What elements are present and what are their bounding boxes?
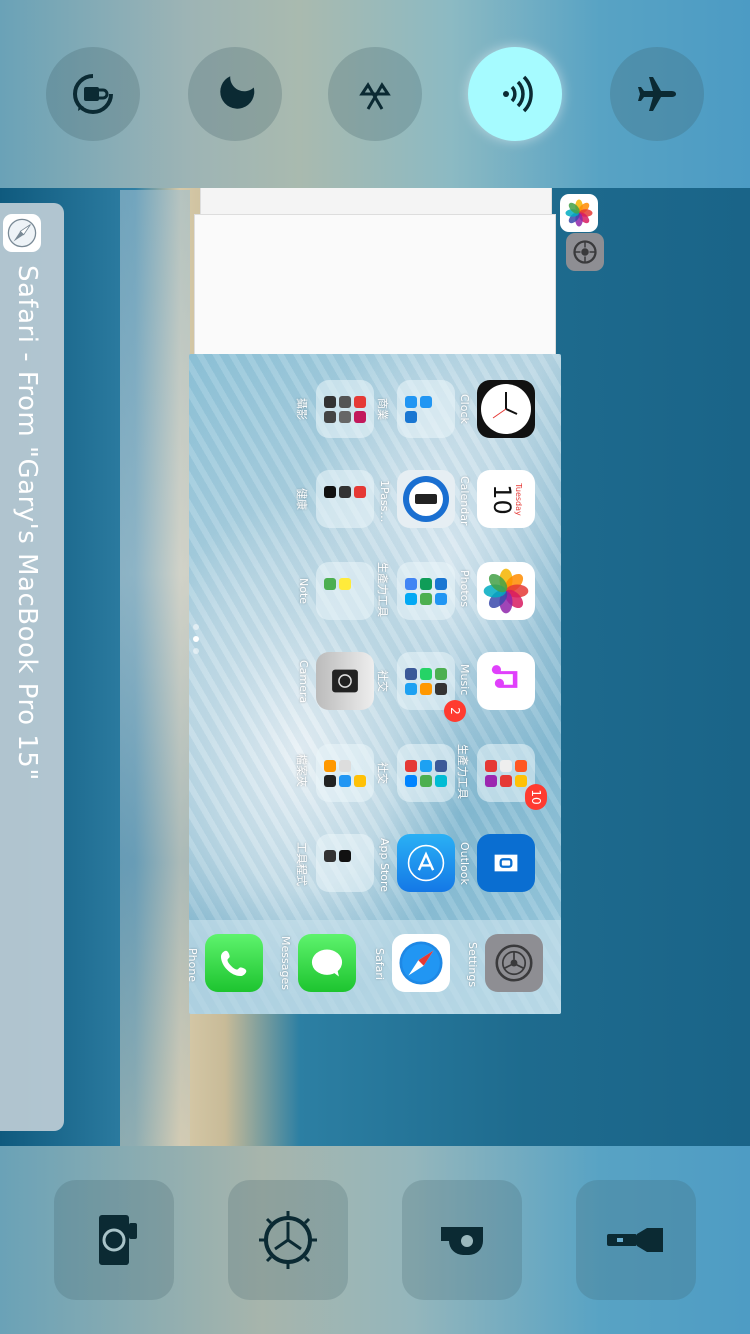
photos-mini-icon[interactable] [560, 194, 598, 232]
social-folder-1[interactable] [397, 652, 455, 710]
utilities-folder[interactable] [316, 834, 374, 892]
messages-label: Messages [279, 936, 292, 990]
health-folder-label: 健康 [295, 488, 308, 510]
social-folder-1-label: 社交 [376, 670, 389, 692]
timer-shortcut[interactable] [228, 1180, 348, 1300]
calendar-app-icon[interactable]: Tuesday 10 [477, 470, 535, 528]
photos-label: Photos [458, 570, 471, 608]
files-folder[interactable] [316, 744, 374, 802]
camera-app-icon[interactable] [316, 652, 374, 710]
page-indicator [193, 624, 199, 660]
phone-label: Phone [189, 948, 199, 983]
airplay-audio-toggle[interactable] [468, 47, 562, 141]
camera-label: Camera [297, 660, 310, 704]
handoff-label: Safari - From "Gary's MacBook Pro 15" [12, 265, 42, 781]
photography-folder[interactable] [316, 380, 374, 438]
social-folder-badge: 2 [444, 700, 466, 722]
whistle-icon [441, 1227, 483, 1255]
files-folder-label: 檔案夾 [295, 754, 308, 787]
social-folder-2-label: 社交 [376, 762, 389, 784]
productivity-folder[interactable] [397, 562, 455, 620]
messages-app-icon[interactable] [298, 934, 356, 992]
gear-icon [573, 240, 597, 264]
safari-label: Safari [373, 948, 386, 980]
control-center-toggles [0, 0, 750, 188]
home-screen-card[interactable]: Clock 商業 攝影 Tuesday 10 Calendar 1Pass… 健… [189, 354, 561, 1014]
clock-label: Clock [458, 394, 471, 424]
clock-app-icon[interactable] [477, 380, 535, 438]
whistle-shortcut[interactable] [402, 1180, 522, 1300]
utilities-folder-label: 工具程式 [295, 842, 308, 886]
productivity-folder-2-label: 生產力工具 [456, 744, 469, 799]
phone-app-icon[interactable] [205, 934, 263, 992]
flashlight-icon [607, 1228, 663, 1252]
business-folder-label: 商業 [376, 398, 389, 420]
settings-label: Settings [466, 942, 479, 988]
music-app-icon[interactable] [477, 652, 535, 710]
do-not-disturb-toggle[interactable] [188, 47, 282, 141]
moon-icon [220, 76, 255, 109]
flashlight-shortcut[interactable] [576, 1180, 696, 1300]
photography-folder-label: 攝影 [295, 398, 308, 420]
photos-flower-icon [565, 199, 593, 227]
settings-app-icon[interactable] [485, 934, 543, 992]
app-store-label: App Store [378, 838, 391, 893]
rotation-lock-icon [73, 74, 113, 114]
note-folder[interactable] [316, 562, 374, 620]
app-store-icon[interactable] [397, 834, 455, 892]
wireless-audio-icon [503, 75, 533, 113]
app-card-background-2[interactable] [194, 214, 556, 366]
bluetooth-icon [359, 82, 391, 110]
onepassword-app-icon[interactable] [397, 470, 455, 528]
note-folder-label: Note [297, 578, 310, 605]
music-label: Music [458, 664, 471, 696]
calendar-label: Calendar [458, 476, 471, 526]
camera-icon [99, 1215, 137, 1265]
business-folder[interactable] [397, 380, 455, 438]
onepassword-label: 1Pass… [378, 480, 391, 523]
airplane-mode-toggle[interactable] [610, 47, 704, 141]
settings-mini-icon[interactable] [566, 233, 604, 271]
camera-shortcut[interactable] [54, 1180, 174, 1300]
airplane-icon [638, 77, 676, 111]
productivity-folder-badge: 10 [525, 784, 547, 810]
control-center-shortcuts [0, 1146, 750, 1334]
rotation-lock-toggle[interactable] [46, 47, 140, 141]
social-folder-2[interactable] [397, 744, 455, 802]
productivity-folder-label: 生產力工具 [376, 562, 389, 617]
timer-icon [259, 1211, 317, 1269]
health-folder[interactable] [316, 470, 374, 528]
photos-app-icon[interactable] [477, 562, 535, 620]
dock: Settings Safari Messages Phone [189, 920, 561, 1014]
safari-handoff-banner[interactable]: Safari - From "Gary's MacBook Pro 15" [0, 203, 64, 1131]
safari-app-icon[interactable] [392, 934, 450, 992]
outlook-app-icon[interactable] [477, 834, 535, 892]
safari-compass-icon [3, 214, 41, 252]
bluetooth-toggle[interactable] [328, 47, 422, 141]
calendar-date: 10 [487, 483, 516, 515]
outlook-label: Outlook [458, 842, 471, 885]
